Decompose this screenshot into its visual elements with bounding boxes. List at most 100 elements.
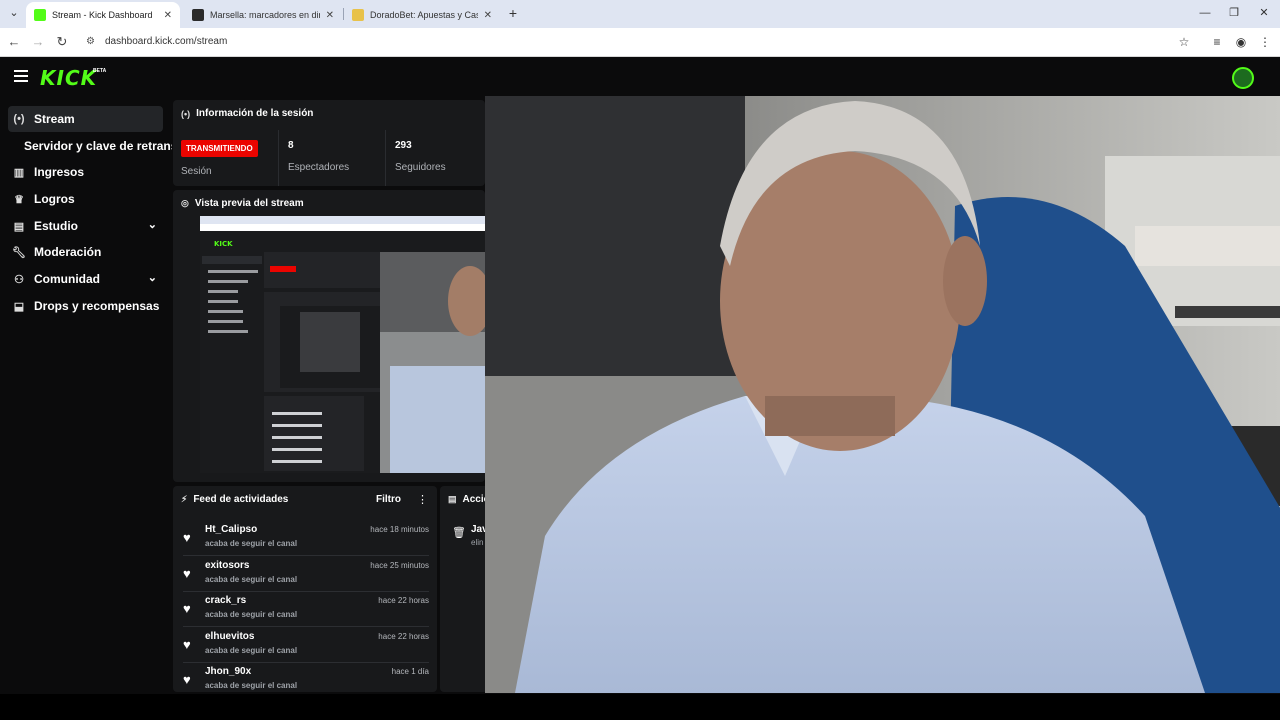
studio-icon: ▤ [13,220,25,233]
panel-title: ⚡︎ Feed de actividades [181,494,288,505]
drops-icon: ⬓ [13,300,25,313]
close-icon[interactable]: ✕ [164,10,172,21]
bookmark-star-icon[interactable]: ☆ [1176,34,1192,50]
url-field[interactable]: dashboard.kick.com/stream [105,36,227,47]
kick-logo[interactable]: KICK [40,66,97,90]
browser-tab-marsella[interactable]: Marsella: marcadores en directo ✕ [184,2,342,28]
feed-user[interactable]: crack_rs [205,595,246,606]
chevron-down-icon: ⌄ [147,272,157,284]
followers-label: Seguidores [395,162,446,173]
trophy-icon: ♛ [14,193,24,206]
feed-item: ♥ Ht_Calipso acaba de seguir el canal ha… [183,522,429,556]
profile-icon[interactable]: ◉ [1233,34,1249,50]
tab-title: Marsella: marcadores en directo [210,10,320,20]
heart-icon: ♥ [183,530,191,545]
feed-item: ♥ crack_rs acaba de seguir el canal hace… [183,593,429,627]
viewers-label: Espectadores [288,162,350,173]
heart-icon: ♥ [183,672,191,687]
feed-time: hace 1 día [391,667,429,676]
restore-icon[interactable]: ❐ [1226,5,1242,21]
sidebar-item-logros[interactable]: ♛ Logros [8,186,163,212]
feed-user[interactable]: Jhon_90x [205,666,251,677]
browser-tab-stream[interactable]: Stream - Kick Dashboard ✕ [26,2,180,28]
feed-action: acaba de seguir el canal [205,539,298,548]
filter-button[interactable]: Filtro [376,494,401,505]
sidebar-item-label: Moderación [34,245,102,259]
live-status-badge: TRANSMITIENDO [181,140,258,157]
panel-title: ▤ Accio [448,494,490,505]
new-tab-icon[interactable]: + [505,4,521,22]
session-label: Sesión [181,166,212,177]
feed-action: acaba de seguir el canal [205,575,298,584]
feed-action: acaba de seguir el canal [205,610,298,619]
sidebar-item-label: Ingresos [34,165,85,179]
feed-action: acaba de seguir el canal [205,646,298,655]
site-info-icon[interactable]: ⚙ [86,36,98,48]
follower-count: 293 [395,140,412,151]
panel-title: (•) Información de la sesión [181,108,313,119]
feed-time: hace 18 minutos [370,525,429,534]
activity-feed-panel: ⚡︎ Feed de actividades Filtro ⋮ ♥ Ht_Cal… [173,486,437,692]
feed-user[interactable]: exitosors [205,560,249,571]
tab-title: DoradoBet: Apuestas y Casino [370,10,478,20]
media-control-icon[interactable]: ≡ [1209,34,1225,50]
divider [278,130,279,186]
stream-preview-video[interactable]: KICK [200,216,485,473]
close-icon[interactable]: ✕ [326,10,334,21]
browser-tab-bar: ⌄ Stream - Kick Dashboard ✕ Marsella: ma… [0,0,1280,28]
action-item-sub: elin [471,538,484,547]
panel-title: ◎ Vista previa del stream [181,198,304,209]
close-icon[interactable]: ✕ [484,10,492,21]
sidebar-item-stream[interactable]: (•) Stream [8,106,163,132]
sidebar-item-stream-key[interactable]: Servidor y clave de retransmisión [24,139,172,153]
viewer-count: 8 [288,140,294,151]
feed-item: ♥ elhuevitos acaba de seguir el canal ha… [183,629,429,663]
heart-icon: ♥ [183,637,191,652]
session-info-panel: (•) Información de la sesión TRANSMITIEN… [173,100,485,186]
bottom-strip [0,694,1280,720]
webcam-image [485,96,1280,693]
feed-item: ♥ exitosors acaba de seguir el canal hac… [183,558,429,592]
feed-user[interactable]: Ht_Calipso [205,524,257,535]
lightning-icon: ⚡︎ [181,494,188,504]
reload-icon[interactable]: ↻ [54,34,70,50]
tab-search-icon[interactable]: ⌄ [6,5,22,21]
feed-time: hace 25 minutos [370,561,429,570]
back-icon[interactable]: ← [6,34,22,50]
feed-title: Feed de actividades [193,494,289,505]
more-options-icon[interactable]: ⋮ [417,493,428,506]
feed-time: hace 22 horas [378,632,429,641]
kick-favicon-icon [34,9,46,21]
beta-badge: BETA [93,68,107,74]
top-bar: KICK BETA [0,58,1280,98]
hamburger-menu-icon[interactable] [14,70,28,82]
sidebar-item-label: Comunidad [34,272,100,286]
close-window-icon[interactable]: ✕ [1256,5,1272,21]
camera-icon: ◎ [181,198,189,208]
chart-icon: ▥ [13,166,25,179]
feed-user[interactable]: elhuevitos [205,631,254,642]
svg-text:KICK: KICK [214,240,233,248]
webcam-overlay [485,96,1280,693]
broadcast-icon: (•) [13,113,25,125]
wrench-icon: 🔧︎ [12,246,26,259]
forward-icon[interactable]: → [30,34,46,50]
preview-thumbnail: KICK [200,216,485,473]
sidebar-item-ingresos[interactable]: ▥ Ingresos [8,159,163,185]
browser-menu-icon[interactable]: ⋮ [1257,34,1273,50]
feed-item: ♥ Jhon_90x acaba de seguir el canal hace… [183,664,429,692]
heart-icon: ♥ [183,601,191,616]
minimize-icon[interactable]: — [1197,5,1213,21]
address-bar: ← → ↻ ⚙ dashboard.kick.com/stream ☆ ≡ ◉ … [0,28,1280,57]
sidebar-item-drops[interactable]: ⬓ Drops y recompensas [8,293,163,319]
trash-icon[interactable]: 🗑︎ [452,526,466,539]
community-icon: ⚇ [14,273,24,286]
user-avatar[interactable] [1232,67,1254,89]
browser-tab-doradobet[interactable]: DoradoBet: Apuestas y Casino ✕ [344,2,500,28]
sidebar-item-moderacion[interactable]: 🔧︎ Moderación [8,239,163,265]
feed-time: hace 22 horas [378,596,429,605]
sidebar-item-estudio[interactable]: ▤ Estudio ⌄ [8,213,163,239]
sidebar-item-label: Stream [34,112,75,126]
sidebar-item-comunidad[interactable]: ⚇ Comunidad ⌄ [8,266,163,292]
document-icon: ▤ [448,494,457,504]
